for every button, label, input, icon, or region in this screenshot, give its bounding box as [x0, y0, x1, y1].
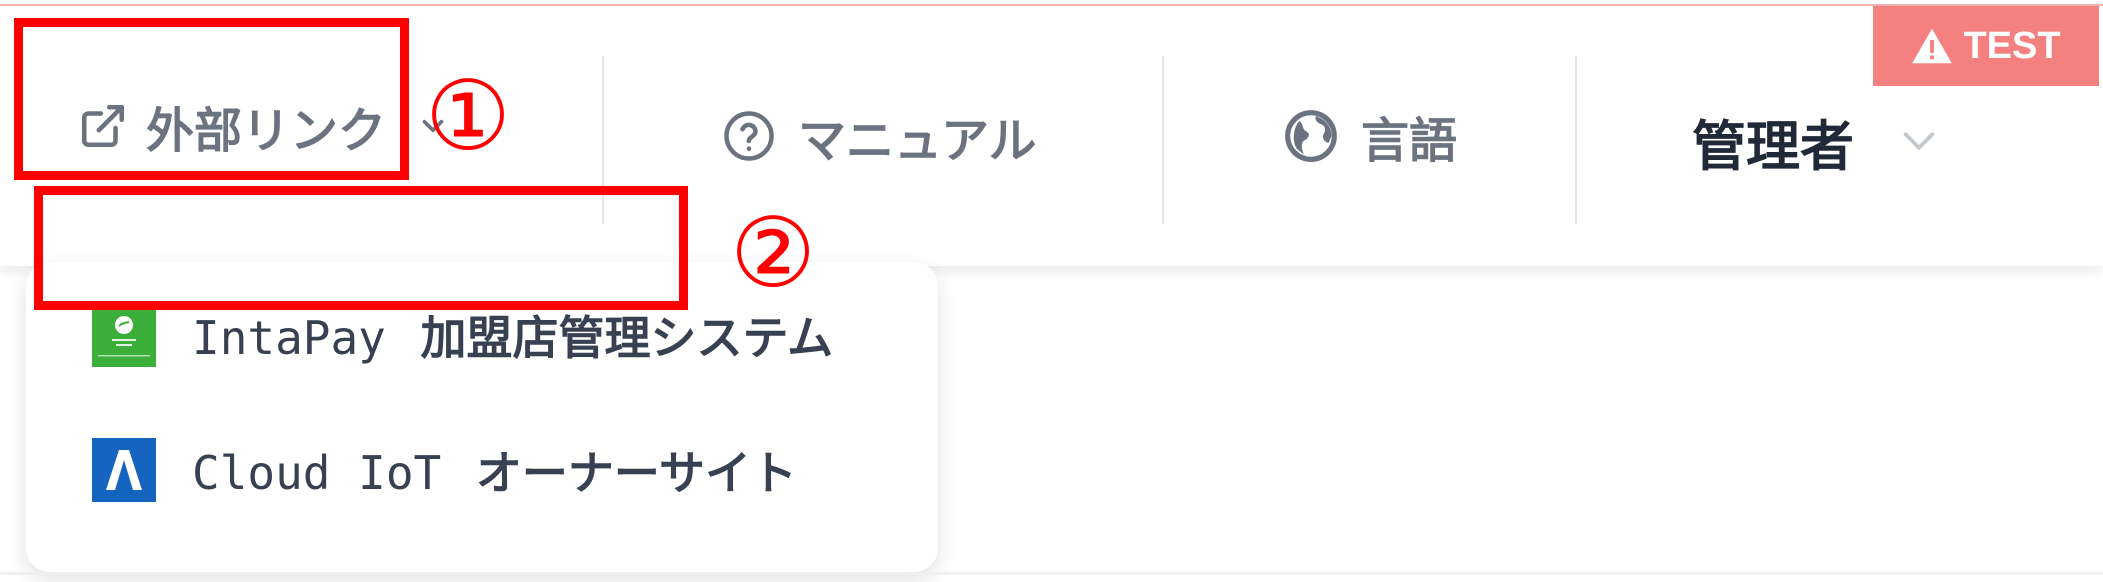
annotation-highlight-2	[34, 186, 688, 310]
nav-separator	[1162, 56, 1164, 224]
warning-icon	[1911, 27, 1953, 65]
dropdown-item-intapay[interactable]: IntaPay 加盟店管理システム	[92, 302, 833, 368]
cloud-iot-logo-icon	[92, 438, 156, 502]
dropdown-item-label: Cloud IoT オーナーサイト	[192, 437, 797, 503]
language-selector[interactable]: 言語	[1283, 86, 1457, 186]
annotation-marker-1: ①	[425, 60, 512, 172]
bottom-divider	[0, 572, 2103, 575]
environment-badge: TEST	[1873, 6, 2099, 86]
environment-badge-label: TEST	[1963, 24, 2061, 67]
dropdown-item-cloud-iot[interactable]: Cloud IoT オーナーサイト	[92, 437, 797, 503]
annotation-marker-2: ②	[730, 197, 817, 309]
annotation-highlight-1	[14, 18, 409, 180]
manual-link[interactable]: マニュアル	[722, 86, 1037, 186]
dropdown-item-label-latin: Cloud IoT	[192, 446, 442, 500]
dropdown-item-label-jp: 加盟店管理システム	[420, 311, 834, 365]
question-circle-icon	[722, 109, 776, 163]
manual-label: マニュアル	[798, 113, 1037, 169]
intapay-logo-icon	[92, 303, 156, 367]
dropdown-item-label: IntaPay 加盟店管理システム	[192, 302, 833, 368]
dropdown-item-label-jp: オーナーサイト	[475, 446, 797, 500]
dropdown-item-label-latin: IntaPay	[192, 311, 386, 365]
globe-icon	[1283, 108, 1339, 164]
nav-separator	[1575, 56, 1577, 224]
language-label: 言語	[1361, 113, 1458, 169]
user-name: 管理者	[1692, 114, 1854, 178]
user-menu[interactable]: 管理者	[1692, 86, 1942, 196]
chevron-down-icon	[1896, 118, 1942, 164]
